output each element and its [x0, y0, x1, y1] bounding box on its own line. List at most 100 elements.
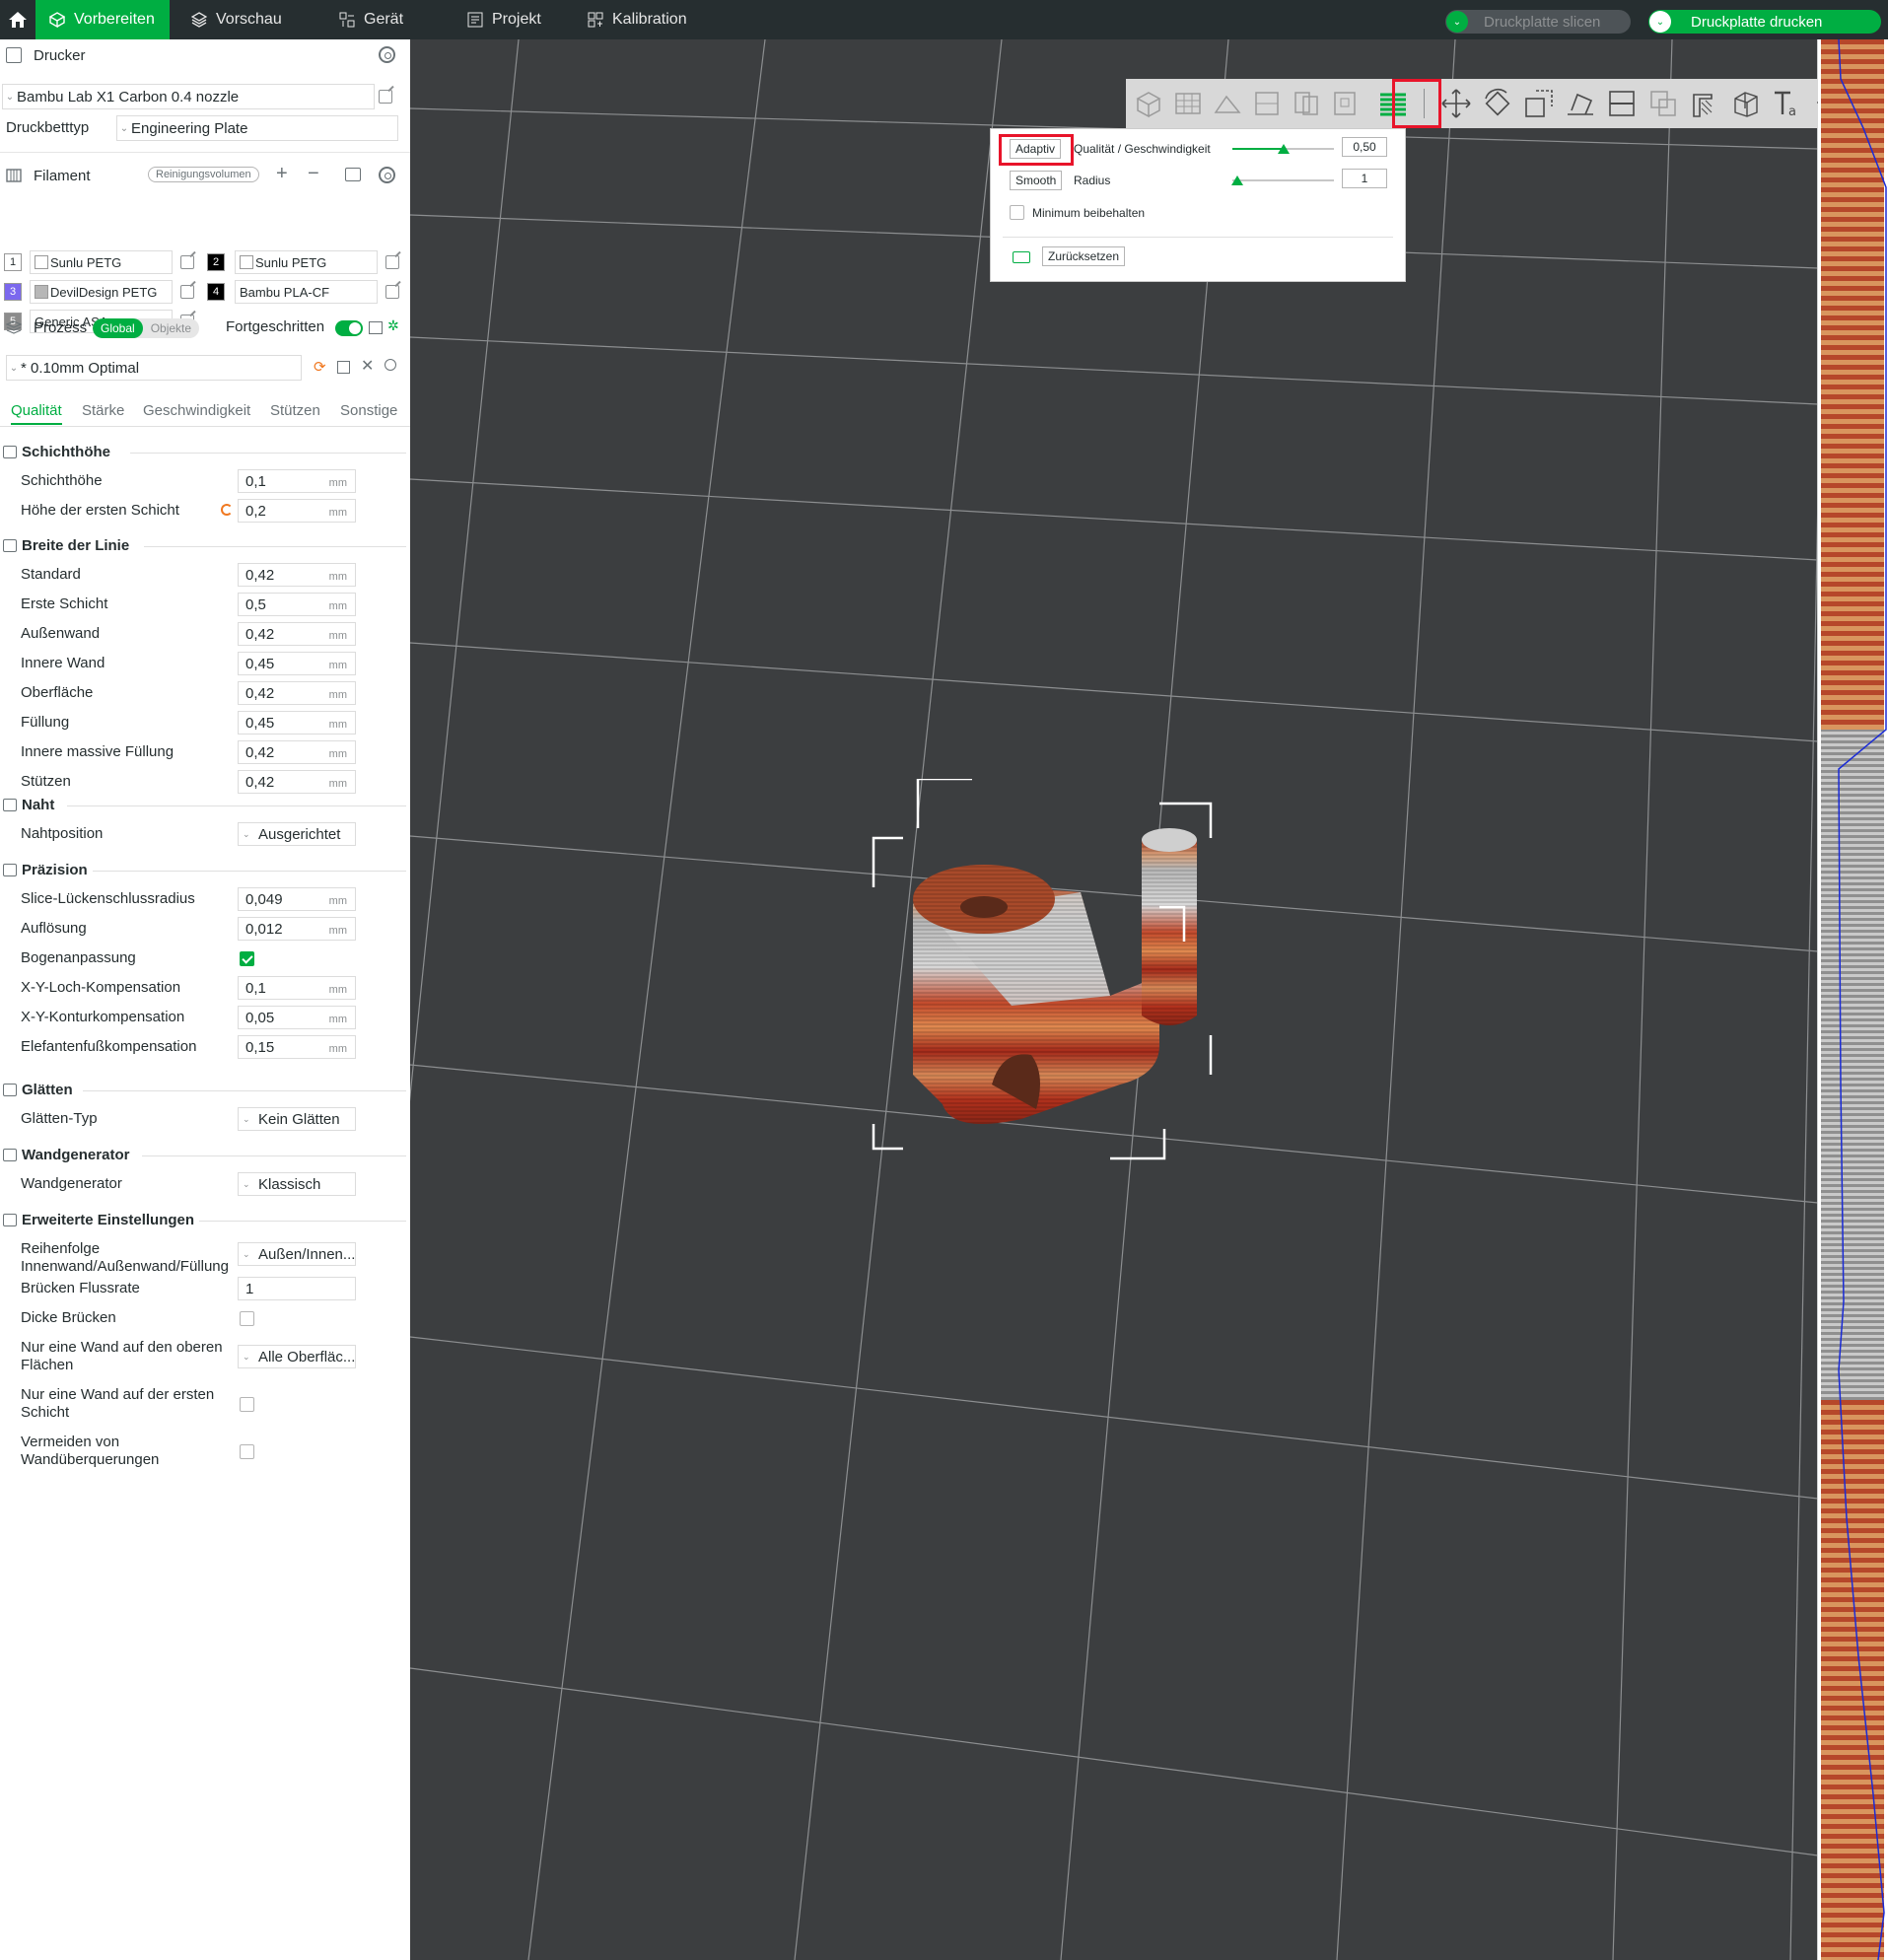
save-profile-icon[interactable]: [337, 361, 350, 374]
add-object-icon[interactable]: [1132, 87, 1165, 120]
filament-slot[interactable]: 4: [207, 280, 225, 304]
tab-project[interactable]: Projekt: [454, 0, 555, 39]
reset-value-icon[interactable]: [221, 504, 233, 516]
printer-select[interactable]: ⌄ Bambu Lab X1 Carbon 0.4 nozzle: [2, 84, 375, 109]
setting-checkbox[interactable]: [240, 1444, 254, 1459]
tab-supports[interactable]: Stützen: [270, 402, 320, 419]
chevron-down-icon[interactable]: ⌄: [1446, 11, 1468, 33]
setting-dropdown[interactable]: ⌄ Alle Oberfläc...: [238, 1345, 356, 1368]
text-tool-icon[interactable]: a: [1771, 87, 1804, 120]
setting-input[interactable]: 0,42 mm: [238, 622, 356, 646]
keep-minimum-checkbox[interactable]: [1010, 205, 1024, 220]
remove-filament-icon[interactable]: −: [308, 163, 319, 185]
setting-dropdown[interactable]: ⌄ Außen/Innen...: [238, 1242, 356, 1266]
tab-prepare[interactable]: Vorbereiten: [35, 0, 170, 39]
setting-input[interactable]: 0,012 mm: [238, 917, 356, 941]
setting-input[interactable]: 0,45 mm: [238, 711, 356, 735]
filament-select[interactable]: DevilDesign PETG: [30, 280, 173, 304]
layer-profile-graph[interactable]: [1819, 39, 1888, 1960]
edit-printer-icon[interactable]: [379, 90, 392, 104]
edit-filament-icon[interactable]: [180, 285, 194, 299]
chevron-down-icon[interactable]: ⌄: [1649, 11, 1671, 33]
filament-slot[interactable]: 3: [4, 280, 22, 304]
add-plate-icon[interactable]: [1171, 87, 1205, 120]
global-option[interactable]: Global: [93, 318, 143, 338]
tab-strength[interactable]: Stärke: [82, 402, 124, 419]
split-objects-icon[interactable]: [1290, 87, 1323, 120]
tab-calibration[interactable]: Kalibration: [574, 0, 701, 39]
tab-speed[interactable]: Geschwindigkeit: [143, 402, 250, 419]
setting-dropdown[interactable]: ⌄ Klassisch: [238, 1172, 356, 1196]
filament-select[interactable]: Bambu PLA-CF: [235, 280, 378, 304]
scale-icon[interactable]: [1522, 87, 1556, 120]
setting-checkbox[interactable]: [240, 1311, 254, 1326]
quality-speed-slider-thumb[interactable]: [1277, 144, 1290, 154]
reset-profile-icon[interactable]: ⟳: [314, 358, 326, 376]
setting-input[interactable]: 1: [238, 1277, 356, 1300]
setting-checkbox[interactable]: [240, 951, 254, 966]
print-plate-button[interactable]: ⌄ Druckplatte drucken: [1648, 10, 1881, 34]
home-button[interactable]: [0, 0, 35, 39]
auto-orient-icon[interactable]: [1211, 87, 1244, 120]
arrange-icon[interactable]: [1250, 87, 1284, 120]
cut-icon[interactable]: [1605, 87, 1639, 120]
bed-type-select[interactable]: ⌄ Engineering Plate: [116, 115, 398, 141]
layer-height-profile-panel[interactable]: [1818, 39, 1888, 1960]
search-icon[interactable]: [385, 359, 396, 371]
reset-button[interactable]: Zurücksetzen: [1042, 246, 1126, 266]
filament-settings-gear-icon[interactable]: [379, 167, 395, 183]
filament-slot[interactable]: 2: [207, 250, 225, 274]
setting-input[interactable]: 0,42 mm: [238, 681, 356, 705]
setting-input[interactable]: 0,15 mm: [238, 1035, 356, 1059]
add-filament-icon[interactable]: +: [276, 163, 288, 185]
quality-speed-value[interactable]: 0,50: [1342, 137, 1387, 157]
setting-input[interactable]: 0,42 mm: [238, 770, 356, 794]
rotate-icon[interactable]: [1481, 87, 1514, 120]
radius-slider[interactable]: [1232, 179, 1334, 181]
advanced-toggle[interactable]: [335, 320, 363, 336]
close-icon[interactable]: ✕: [361, 356, 374, 376]
3d-model[interactable]: [864, 779, 1258, 1173]
support-paint-icon[interactable]: [1688, 87, 1721, 120]
setting-input[interactable]: 0,1 mm: [238, 469, 356, 493]
filament-color-swatch[interactable]: [35, 255, 48, 269]
setting-input[interactable]: 0,2 mm: [238, 499, 356, 523]
objects-option[interactable]: Objekte: [143, 318, 199, 338]
tab-preview[interactable]: Vorschau: [177, 0, 296, 39]
magic-wand-icon[interactable]: ✲: [387, 317, 399, 334]
sync-filament-icon[interactable]: [345, 168, 361, 181]
setting-input[interactable]: 0,1 mm: [238, 976, 356, 1000]
edit-filament-icon[interactable]: [385, 255, 399, 269]
tab-quality[interactable]: Qualität: [11, 402, 62, 425]
filament-select[interactable]: Sunlu PETG: [235, 250, 378, 274]
radius-slider-thumb[interactable]: [1231, 175, 1243, 185]
setting-dropdown[interactable]: ⌄ Ausgerichtet: [238, 822, 356, 846]
printer-settings-gear-icon[interactable]: [379, 46, 395, 63]
compare-list-icon[interactable]: [369, 321, 383, 334]
slice-plate-button[interactable]: ⌄ Druckplatte slicen: [1445, 10, 1631, 34]
edit-filament-icon[interactable]: [180, 255, 194, 269]
tab-others[interactable]: Sonstige: [340, 402, 397, 419]
process-scope-switch[interactable]: Global Objekte: [93, 318, 200, 338]
boolean-icon[interactable]: [1646, 87, 1680, 120]
edit-filament-icon[interactable]: [385, 285, 399, 299]
split-parts-icon[interactable]: [1329, 87, 1363, 120]
setting-input[interactable]: 0,049 mm: [238, 887, 356, 911]
setting-input[interactable]: 0,42 mm: [238, 563, 356, 587]
flush-volume-button[interactable]: Reinigungsvolumen: [148, 167, 259, 182]
lay-on-face-icon[interactable]: [1564, 87, 1597, 120]
radius-value[interactable]: 1: [1342, 169, 1387, 188]
setting-dropdown[interactable]: ⌄ Kein Glätten: [238, 1107, 356, 1131]
filament-color-swatch[interactable]: [240, 255, 253, 269]
filament-select[interactable]: Sunlu PETG: [30, 250, 173, 274]
move-icon[interactable]: [1439, 87, 1473, 120]
tab-device[interactable]: Gerät: [325, 0, 417, 39]
setting-input[interactable]: 0,5 mm: [238, 593, 356, 616]
smooth-button[interactable]: Smooth: [1010, 171, 1063, 190]
filament-slot[interactable]: 1: [4, 250, 22, 274]
filament-color-swatch[interactable]: [35, 285, 48, 299]
setting-checkbox[interactable]: [240, 1397, 254, 1412]
setting-input[interactable]: 0,42 mm: [238, 740, 356, 764]
3d-viewport[interactable]: a Adaptiv Qualität / Geschwindigkeit 0,5…: [410, 39, 1818, 1960]
process-profile-select[interactable]: ⌄ * 0.10mm Optimal: [6, 355, 302, 381]
